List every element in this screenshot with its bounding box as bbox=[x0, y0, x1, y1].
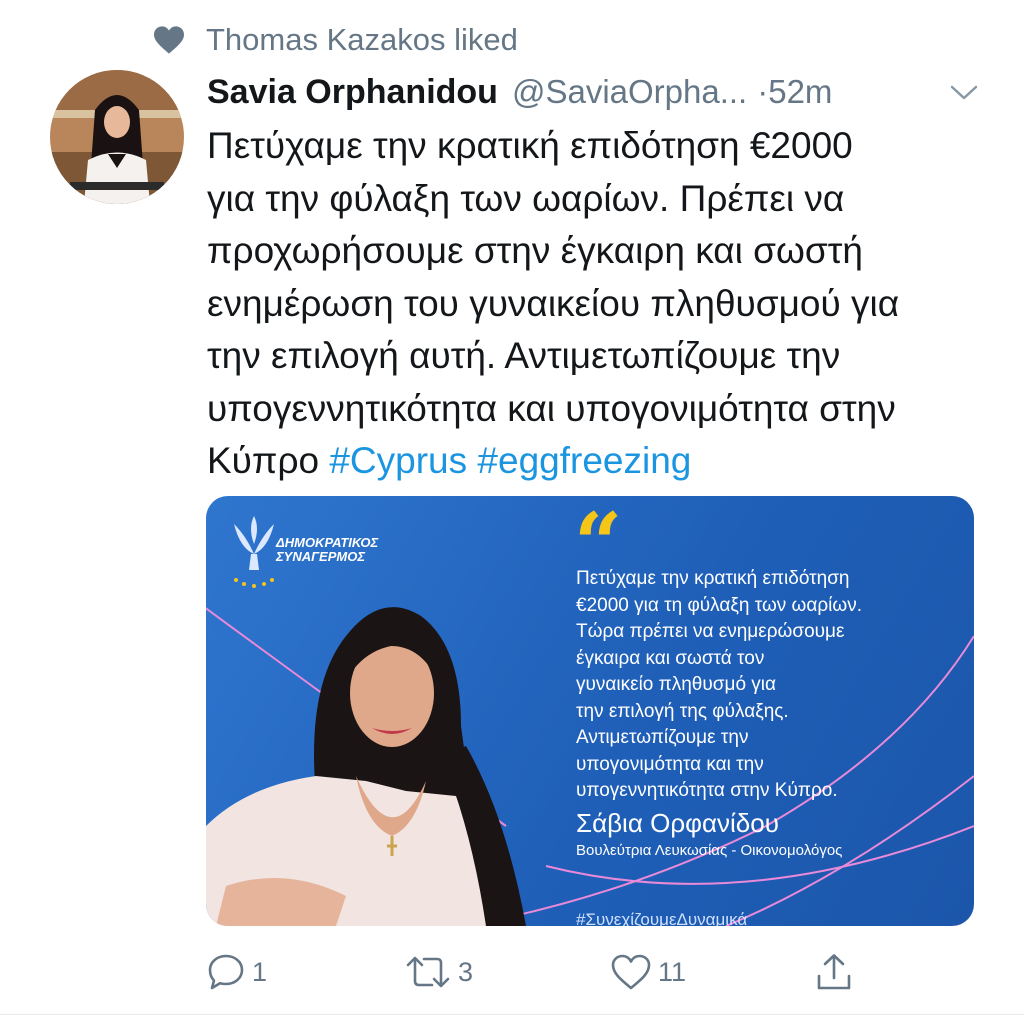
quote-line: €2000 για τη φύλαξη των ωαρίων. bbox=[576, 594, 863, 616]
like-count: 11 bbox=[658, 956, 687, 987]
reply-icon bbox=[208, 954, 244, 990]
divider bbox=[0, 1014, 1024, 1015]
quote-line: υπογεννητικότητα στην Κύπρο. bbox=[576, 780, 838, 801]
like-button[interactable]: 11 bbox=[610, 950, 686, 994]
quote-line: έγκαιρα και σωστά τον bbox=[576, 647, 765, 669]
like-icon bbox=[611, 954, 651, 990]
party-name: ΔΗΜΟΚΡΑΤΙΚΟΣ ΣΥΝΑΓΕΡΜΟΣ bbox=[276, 536, 378, 564]
tweet-text-line: ενημέρωση του γυναικείου πληθυσμού για bbox=[207, 282, 900, 324]
tweet-header: Savia Orphanidou @SaviaOrpha... ·52m bbox=[207, 70, 997, 114]
hashtag-link[interactable]: #Cyprus bbox=[329, 440, 467, 481]
tweet-text-line: για την φύλαξη των ωαρίων. Πρέπει να bbox=[207, 177, 845, 219]
quote-line: Τώρα πρέπει να ενημερώσουμε bbox=[576, 621, 845, 642]
reply-button[interactable]: 1 bbox=[206, 950, 267, 994]
retweet-icon bbox=[406, 956, 450, 988]
party-name-line: ΔΗΜΟΚΡΑΤΙΚΟΣ bbox=[276, 535, 379, 550]
quote-line: Πετύχαμε την κρατική επιδότηση bbox=[576, 568, 850, 589]
hashtag-link[interactable]: #eggfreezing bbox=[477, 440, 691, 481]
reply-count: 1 bbox=[252, 956, 268, 987]
chevron-down-icon[interactable] bbox=[949, 82, 979, 102]
tweet-actions: 1 3 11 bbox=[206, 950, 851, 994]
heart-icon bbox=[154, 26, 184, 54]
retweet-button[interactable]: 3 bbox=[404, 950, 473, 994]
social-context: Thomas Kazakos liked bbox=[152, 20, 518, 60]
signature-role: Βουλεύτρια Λευκωσίας - Οικονομολόγος bbox=[576, 842, 843, 859]
share-icon bbox=[817, 954, 851, 990]
quote-line: υπογονιμότητα και την bbox=[576, 753, 764, 775]
social-context-text: Thomas Kazakos liked bbox=[206, 22, 518, 57]
tweet-text: Πετύχαμε την κρατική επιδότηση €2000 για… bbox=[207, 120, 997, 488]
tweet-text-line: Κύπρο #Cyprus #eggfreezing bbox=[207, 435, 997, 488]
quote-text: Πετύχαμε την κρατική επιδότηση €2000 για… bbox=[576, 566, 862, 805]
retweet-count: 3 bbox=[458, 956, 474, 987]
quote-line: γυναικείο πληθυσμό για bbox=[576, 674, 776, 695]
tweet-text-line: προχωρήσουμε στην έγκαιρη και σωστή bbox=[207, 230, 863, 271]
author-name[interactable]: Savia Orphanidou bbox=[207, 73, 498, 112]
signature-name: Σάβια Ορφανίδου bbox=[576, 808, 779, 838]
author-handle[interactable]: @SaviaOrpha... bbox=[512, 73, 747, 111]
tweet-text-line: Πετύχαμε την κρατική επιδότηση €2000 bbox=[207, 125, 853, 166]
avatar[interactable] bbox=[50, 70, 184, 204]
tweet-text-line: την επιλογή αυτή. Αντιμετωπίζουμε την bbox=[207, 335, 841, 376]
tweet-text-last: Κύπρο bbox=[207, 440, 320, 481]
tweet-timestamp[interactable]: ·52m bbox=[757, 73, 832, 111]
party-logo-icon bbox=[234, 516, 274, 588]
party-name-line: ΣΥΝΑΓΕΡΜΟΣ bbox=[276, 549, 366, 564]
media-image[interactable]: ΔΗΜΟΚΡΑΤΙΚΟΣ ΣΥΝΑΓΕΡΜΟΣ “ Πετύχαμε την κ… bbox=[206, 496, 974, 926]
tweet-text-line: υπογεννητικότητα και υπογονιμότητα στην bbox=[207, 387, 896, 429]
quote-line: την επιλογή της φύλαξης. bbox=[576, 700, 789, 722]
campaign-hashtag: #ΣυνεχίζουμεΔυναμικά bbox=[576, 910, 748, 926]
quote-line: Αντιμετωπίζουμε την bbox=[576, 727, 749, 748]
share-button[interactable] bbox=[814, 950, 854, 994]
